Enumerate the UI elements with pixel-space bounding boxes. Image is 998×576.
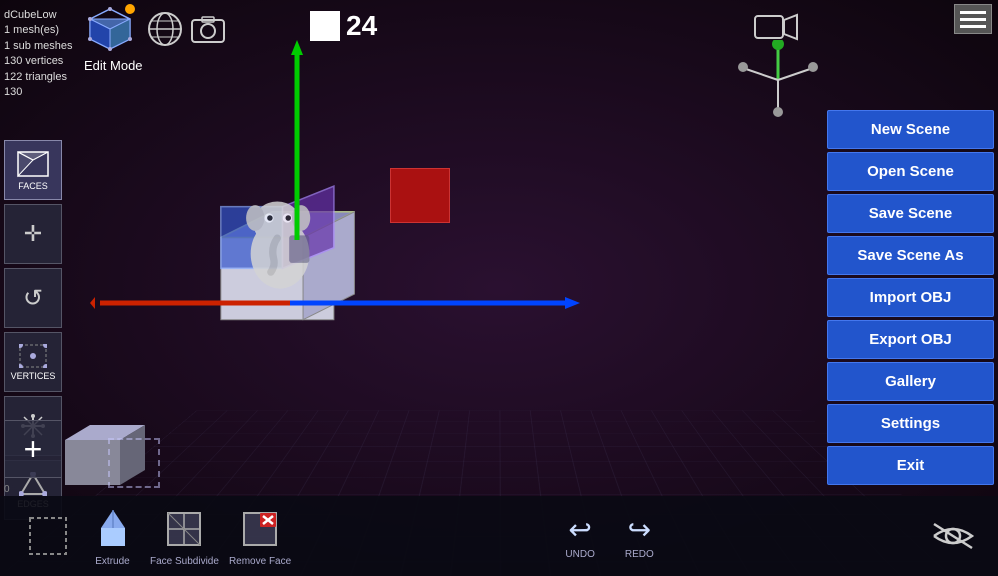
extrude-icon-wrap — [90, 506, 136, 552]
export-obj-button[interactable]: Export OBJ — [827, 320, 994, 359]
faces-mode-button[interactable]: FACES — [4, 140, 62, 200]
faces-label: FACES — [18, 181, 48, 191]
save-scene-button[interactable]: Save Scene — [827, 194, 994, 233]
scene-info: dCubeLow 1 mesh(es) 1 sub meshes 130 ver… — [4, 8, 72, 100]
edit-mode-label: Edit Mode — [84, 58, 143, 73]
extra-count: 130 — [4, 85, 72, 100]
face-subdivide-tool-button[interactable]: Face Subdivide — [150, 506, 219, 567]
hamburger-line — [960, 18, 986, 21]
add-icon: + — [24, 431, 43, 468]
vertices-count: 130 vertices — [4, 54, 72, 69]
remove-face-tool-button[interactable]: Remove Face — [229, 506, 291, 567]
triangles-count: 122 triangles — [4, 70, 72, 85]
bottom-center-tools: ↩ UNDO ↪ REDO — [291, 513, 928, 560]
add-object-button[interactable]: + — [4, 420, 62, 478]
mascot — [235, 185, 325, 295]
edit-mode-icons — [80, 4, 226, 54]
new-scene-button[interactable]: New Scene — [827, 110, 994, 149]
settings-button[interactable]: Settings — [827, 404, 994, 443]
redo-arrow-icon: ↪ — [628, 513, 651, 546]
sub-mesh: 1 sub meshes — [4, 39, 72, 54]
select-icon-wrap — [25, 513, 71, 559]
faces-icon — [16, 150, 50, 178]
bottom-toolbar: Extrude Face Subdivide — [0, 496, 998, 576]
right-menu-panel: New Scene Open Scene Save Scene Save Sce… — [823, 110, 998, 485]
x-axis — [90, 293, 320, 313]
undo-rotate-button[interactable]: ↺ — [4, 268, 62, 328]
bottom-left-tools: Extrude Face Subdivide — [20, 506, 291, 567]
hamburger-line — [960, 11, 986, 14]
frame-square-icon — [310, 11, 340, 41]
status-bar: 0 — [0, 483, 14, 496]
vertices-icon — [19, 344, 47, 368]
undo-label: UNDO — [565, 549, 594, 560]
move-button[interactable]: ✛ — [4, 204, 62, 264]
extrude-label: Extrude — [95, 556, 129, 567]
screenshot-icon[interactable] — [190, 14, 226, 44]
undo-arrow-icon: ↩ — [568, 513, 591, 546]
redo-label: REDO — [625, 549, 654, 560]
visibility-toggle-button[interactable] — [928, 513, 978, 559]
orientation-gizmo — [738, 40, 818, 120]
z-axis — [290, 293, 580, 313]
face-subdivide-label: Face Subdivide — [150, 556, 219, 567]
exit-button[interactable]: Exit — [827, 446, 994, 485]
import-obj-button[interactable]: Import OBJ — [827, 278, 994, 317]
viewport[interactable]: dCubeLow 1 mesh(es) 1 sub meshes 130 ver… — [0, 0, 998, 576]
frame-counter: 24 — [310, 10, 377, 42]
remove-face-icon — [242, 511, 278, 547]
bottom-right-tools — [928, 513, 978, 559]
hamburger-line — [960, 25, 986, 28]
select-tool-button[interactable] — [20, 513, 75, 559]
face-subdivide-icon — [166, 511, 202, 547]
eye-hidden-icon — [930, 520, 976, 552]
menu-button[interactable] — [954, 4, 992, 34]
mesh-count: 1 mesh(es) — [4, 23, 72, 38]
extrude-tool-button[interactable]: Extrude — [85, 506, 140, 567]
remove-face-label: Remove Face — [229, 556, 291, 567]
vertices-mode-button[interactable]: VERTICES — [4, 332, 62, 392]
gallery-button[interactable]: Gallery — [827, 362, 994, 401]
red-cube-object — [390, 168, 450, 223]
object-name: dCubeLow — [4, 8, 72, 23]
move-icon: ✛ — [24, 221, 42, 247]
vertices-label: VERTICES — [11, 371, 56, 381]
select-icon — [27, 515, 69, 557]
frame-number: 24 — [346, 10, 377, 42]
cube-icon — [80, 4, 140, 54]
undo-button[interactable]: ↩ UNDO — [565, 513, 594, 560]
y-axis — [287, 40, 307, 240]
save-scene-as-button[interactable]: Save Scene As — [827, 236, 994, 275]
globe-icon — [146, 10, 184, 48]
extrude-icon — [97, 510, 129, 548]
undo-circle-icon: ↺ — [23, 284, 43, 313]
remove-face-icon-wrap — [237, 506, 283, 552]
open-scene-button[interactable]: Open Scene — [827, 152, 994, 191]
redo-button[interactable]: ↪ REDO — [625, 513, 654, 560]
main-object — [190, 145, 375, 330]
face-subdivide-icon-wrap — [161, 506, 207, 552]
